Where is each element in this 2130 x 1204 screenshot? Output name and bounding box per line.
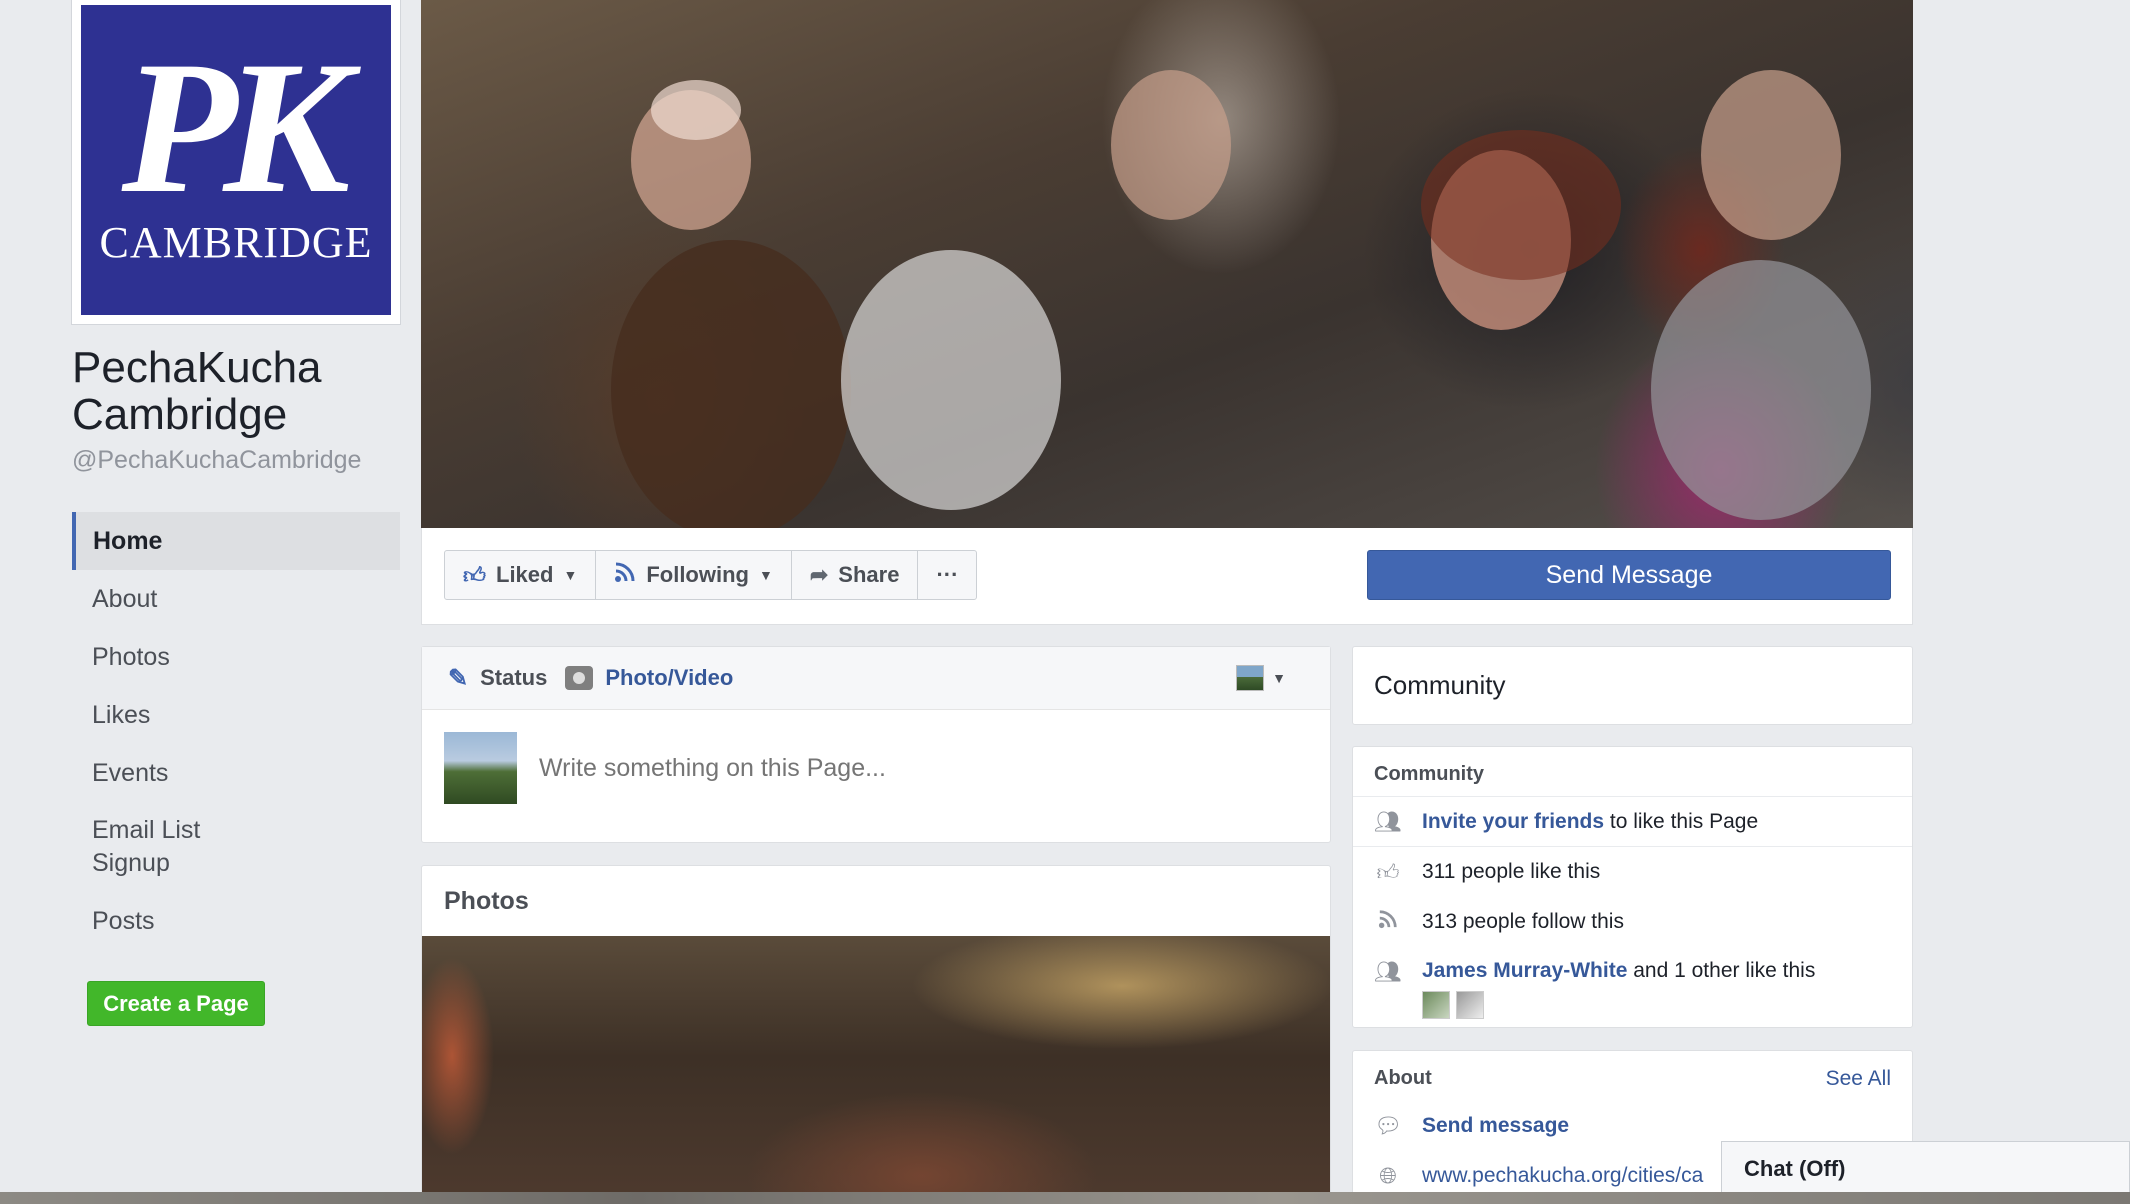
composer-input[interactable] (539, 753, 1239, 783)
page-action-bar: 👍︎ Liked ▼ Following ▼ ➦ Share ··· Send … (421, 528, 1913, 625)
share-label: Share (838, 562, 900, 587)
avatar[interactable] (1456, 991, 1484, 1019)
send-message-button[interactable]: Send Message (1367, 550, 1891, 600)
logo-city: CAMBRIDGE (99, 217, 373, 267)
dock-strip (0, 1192, 2130, 1204)
photos-card: Photos (421, 865, 1331, 1204)
chevron-down-icon: ▼ (1272, 670, 1286, 686)
camera-icon (565, 666, 594, 690)
community-header: Community (1352, 646, 1913, 725)
cover-photo-figure (1651, 260, 1871, 520)
friends-like-text: James Murray-White and 1 other like this (1422, 959, 1815, 982)
following-label: Following (646, 562, 749, 587)
page-nav: Home About Photos Likes Events Email Lis… (72, 512, 400, 950)
chat-tab[interactable]: Chat (Off) (1721, 1141, 2130, 1195)
friend-link[interactable]: James Murray-White (1422, 959, 1627, 982)
profile-picture[interactable]: PK CAMBRIDGE (71, 0, 401, 325)
community-subtitle: Community (1353, 747, 1912, 797)
share-arrow-icon: ➦ (809, 562, 829, 587)
tab-status-label: Status (480, 665, 548, 690)
nav-item-email-list-signup[interactable]: Email List Signup (72, 802, 272, 892)
follows-row: 313 people follow this (1353, 897, 1912, 947)
invite-text: Invite your friends to like this Page (1422, 810, 1758, 834)
following-button[interactable]: Following ▼ (596, 551, 792, 599)
nav-item-photos[interactable]: Photos (72, 628, 400, 686)
see-all-link[interactable]: See All (1826, 1067, 1891, 1101)
liked-label: Liked (496, 562, 554, 587)
likes-count: 311 people like this (1422, 860, 1601, 883)
composer-body (422, 710, 1330, 826)
rss-icon (1374, 909, 1402, 935)
about-title: About (1374, 1067, 1432, 1089)
globe-icon: 🌐︎ (1379, 1163, 1397, 1188)
nav-item-about[interactable]: About (72, 570, 400, 628)
friends-icon: 👥︎ (1374, 808, 1402, 834)
more-options-button[interactable]: ··· (918, 551, 976, 599)
invite-friends-row: 👥︎ Invite your friends to like this Page (1353, 797, 1912, 847)
page-actions-group: 👍︎ Liked ▼ Following ▼ ➦ Share ··· (444, 550, 978, 600)
thumbs-up-icon: 👍︎ (1376, 859, 1400, 885)
friends-icon: 👥︎ (1374, 959, 1402, 984)
cover-photo-figure (841, 250, 1061, 510)
likes-row: 👍︎ 311 people like this (1353, 847, 1912, 897)
pencil-icon: ✎ (448, 664, 469, 692)
cover-photo[interactable] (421, 0, 1913, 528)
invite-rest: to like this Page (1604, 809, 1759, 833)
share-button[interactable]: ➦ Share (792, 551, 919, 599)
thumbs-up-icon: 👍︎ (463, 562, 486, 588)
photos-title[interactable]: Photos (422, 866, 1330, 936)
nav-item-posts[interactable]: Posts (72, 892, 400, 950)
avatar (444, 732, 517, 804)
invite-friends-link[interactable]: Invite your friends (1422, 810, 1604, 833)
page-title[interactable]: PechaKucha Cambridge (72, 344, 412, 438)
website-link[interactable]: www.pechakucha.org/cities/ca (1422, 1164, 1703, 1188)
tab-photo-video[interactable]: Photo/Video (565, 665, 733, 691)
liked-button[interactable]: 👍︎ Liked ▼ (445, 551, 597, 599)
create-page-button[interactable]: Create a Page (87, 981, 265, 1026)
logo-monogram: PK (121, 22, 351, 233)
page-handle[interactable]: @PechaKuchaCambridge (72, 446, 361, 475)
nav-item-likes[interactable]: Likes (72, 686, 400, 744)
page-avatar-thumb (1236, 665, 1265, 691)
nav-item-home[interactable]: Home (72, 512, 400, 570)
chevron-down-icon: ▼ (563, 567, 578, 583)
post-composer: ✎ Status Photo/Video ▼ (421, 646, 1331, 843)
send-message-link[interactable]: Send message (1422, 1114, 1569, 1138)
more-icon: ··· (936, 562, 959, 587)
chevron-down-icon: ▼ (758, 567, 773, 583)
friend-rest: and 1 other like this (1627, 959, 1816, 982)
tab-photo-video-label: Photo/Video (605, 665, 734, 690)
friends-like-row: 👥︎ James Murray-White and 1 other like t… (1353, 947, 1912, 1019)
rss-icon (614, 561, 636, 589)
composer-tabs: ✎ Status Photo/Video ▼ (422, 647, 1330, 710)
photo-thumbnail[interactable] (422, 936, 1330, 1203)
cover-photo-figure (1421, 130, 1621, 280)
post-as-selector[interactable]: ▼ (1236, 665, 1286, 691)
avatar[interactable] (1422, 991, 1450, 1019)
community-card: Community 👥︎ Invite your friends to like… (1352, 746, 1913, 1028)
friend-avatars (1422, 991, 1815, 1019)
cover-photo-figure (651, 80, 741, 140)
messenger-icon: 💬︎ (1374, 1113, 1402, 1138)
tab-status[interactable]: ✎ Status (448, 664, 547, 693)
cover-photo-figure (1111, 70, 1231, 220)
nav-item-events[interactable]: Events (72, 744, 400, 802)
follows-count: 313 people follow this (1422, 910, 1624, 933)
cover-photo-figure (611, 240, 851, 528)
cover-photo-figure (1701, 70, 1841, 240)
about-header: About See All (1353, 1051, 1912, 1101)
pk-cambridge-logo: PK CAMBRIDGE (81, 5, 391, 315)
friends-like-content: James Murray-White and 1 other like this (1422, 959, 1815, 1019)
